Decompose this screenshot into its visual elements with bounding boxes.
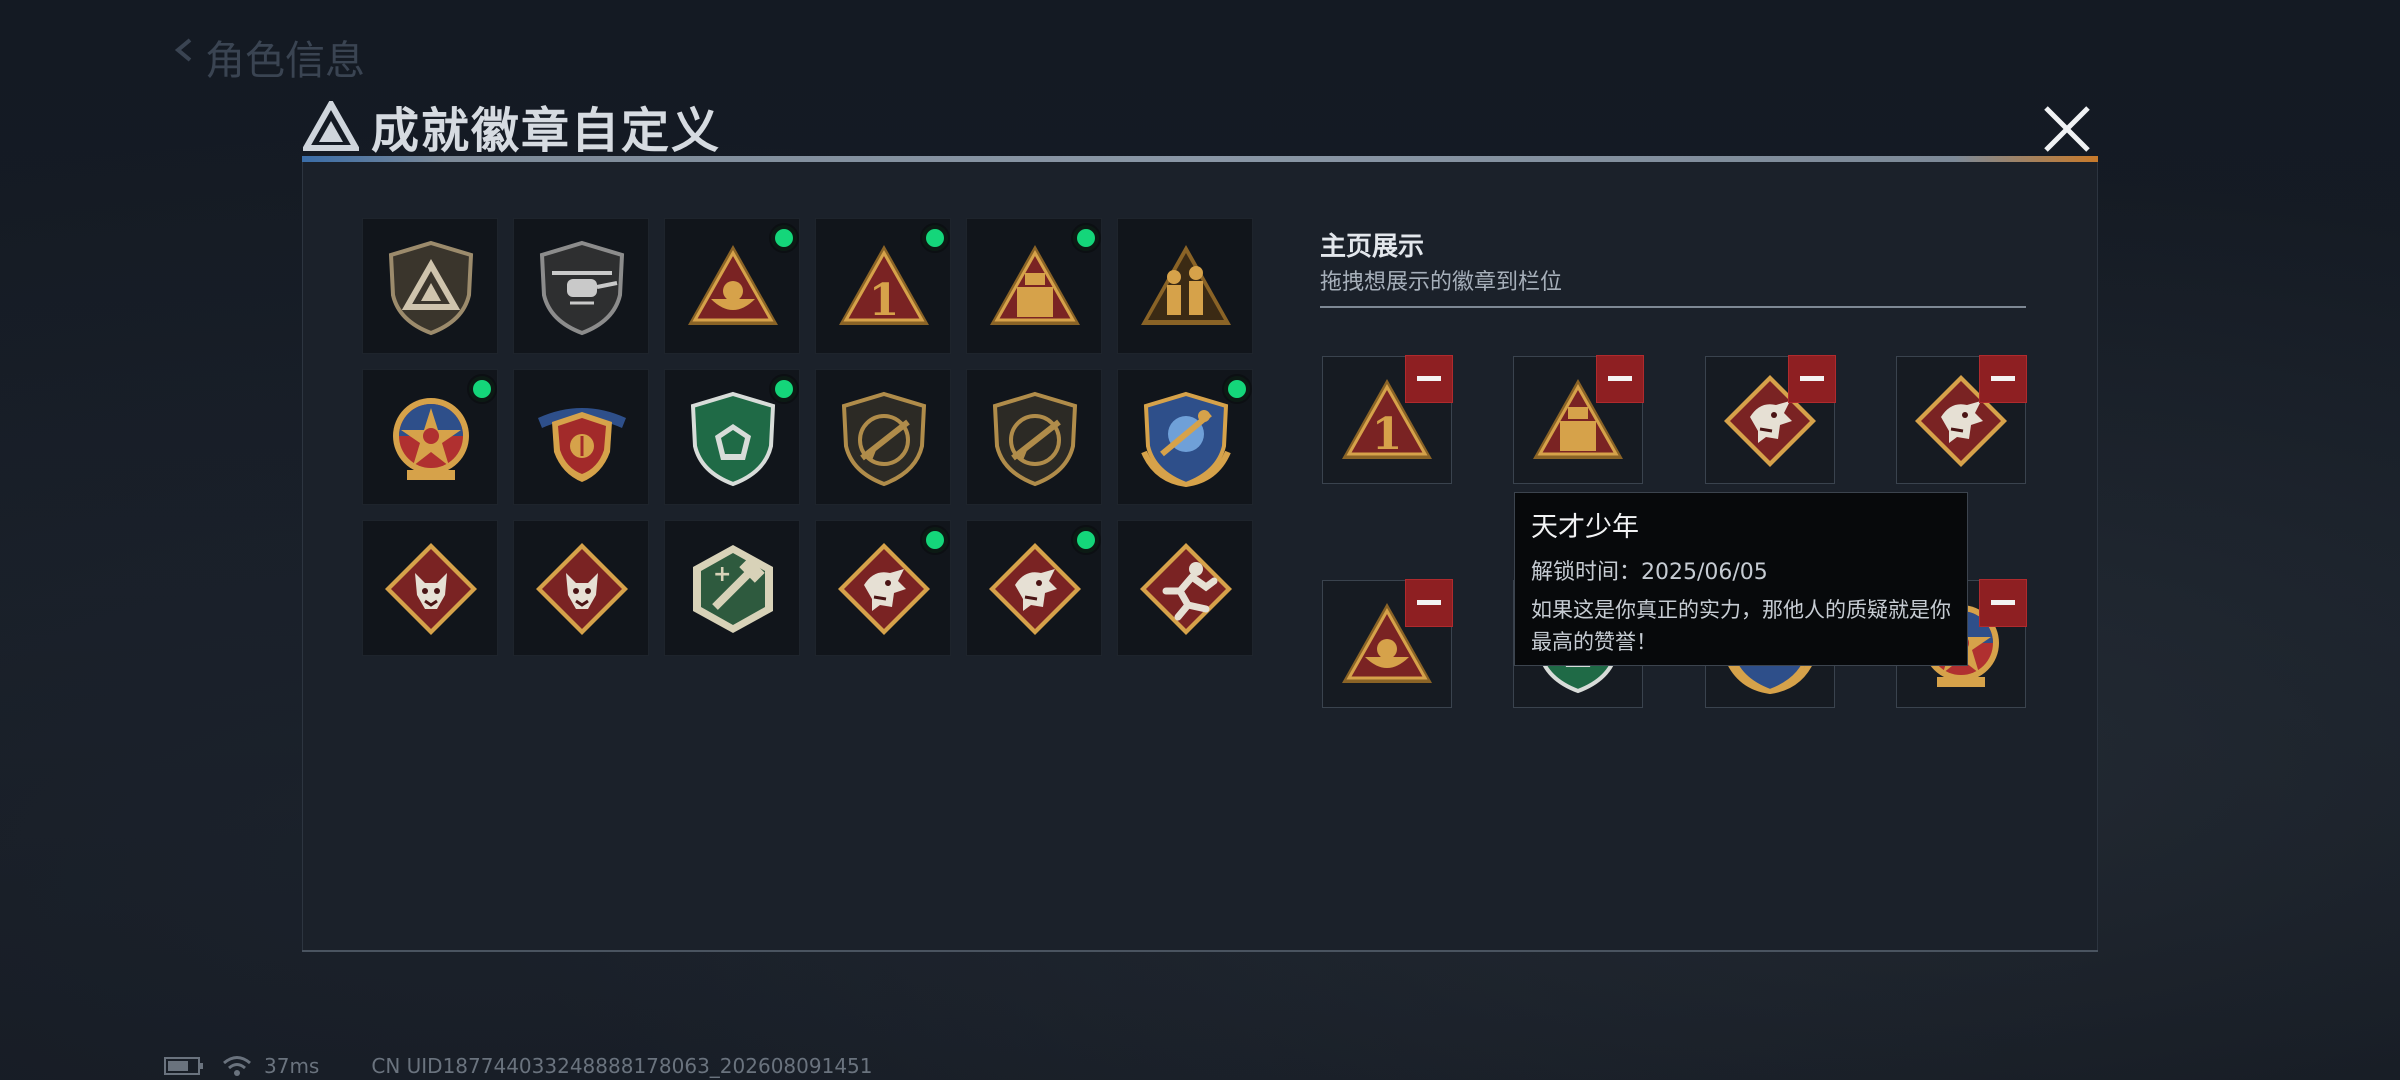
remove-badge-button[interactable] — [1979, 355, 2027, 403]
badge-cell[interactable] — [513, 218, 649, 354]
tooltip-description: 如果这是你真正的实力，那他人的质疑就是你最高的赞誉！ — [1531, 598, 1951, 654]
badge-cell[interactable]: + — [664, 520, 800, 656]
badge-cell[interactable] — [966, 520, 1102, 656]
badge-cell[interactable] — [362, 218, 498, 354]
dialog-title: 成就徽章自定义 — [371, 103, 722, 159]
new-indicator-dot — [469, 376, 495, 402]
showcase-slot[interactable] — [1705, 355, 1836, 484]
remove-badge-button[interactable] — [1596, 355, 1644, 403]
blue-laurel-shield-badge-icon — [1141, 391, 1231, 488]
runner-diamond-badge-icon — [1140, 543, 1232, 635]
dragon-diamond-badge-2-icon — [989, 543, 1081, 635]
svg-text:1: 1 — [1372, 409, 1403, 460]
new-indicator-dot — [1073, 527, 1099, 553]
new-indicator-dot — [922, 527, 948, 553]
dragon-diamond-badge-icon — [838, 543, 930, 635]
svg-text:+: + — [713, 562, 731, 587]
tooltip-title: 天才少年 — [1531, 512, 1639, 543]
triangle-tower-badge-icon — [990, 245, 1080, 325]
panel-bottom-line — [302, 950, 2098, 952]
new-indicator-dot — [922, 225, 948, 251]
triangle-shield-badge-icon — [388, 240, 474, 336]
badge-cell[interactable] — [664, 369, 800, 505]
badge-cell[interactable] — [966, 369, 1102, 505]
triangle-number-one-badge-icon: 1 — [839, 245, 929, 326]
ping-text: 37ms — [264, 1054, 320, 1078]
badge-grid: 1 + — [362, 218, 1253, 656]
showcase-slot[interactable] — [1896, 355, 2027, 484]
svg-text:1: 1 — [869, 275, 900, 326]
badge-cell[interactable] — [1117, 218, 1253, 354]
triangle-bowl-badge-icon — [688, 245, 778, 325]
remove-badge-button[interactable] — [1405, 355, 1453, 403]
badge-cell[interactable] — [513, 520, 649, 656]
wolf-diamond-badge-icon — [385, 543, 477, 635]
new-indicator-dot — [1073, 225, 1099, 251]
showcase-slot[interactable] — [1513, 355, 1644, 484]
wolf-diamond-badge-2-icon — [536, 543, 628, 635]
remove-badge-button[interactable] — [1979, 579, 2027, 627]
remove-badge-button[interactable] — [1405, 579, 1453, 627]
badge-cell[interactable] — [362, 520, 498, 656]
remove-badge-button[interactable] — [1788, 355, 1836, 403]
rifle-shield-dark-badge-icon — [992, 391, 1078, 487]
badge-cell[interactable]: 1 — [815, 218, 951, 354]
background-page-title: 角色信息 — [205, 38, 365, 84]
green-gem-shield-badge-icon — [690, 391, 776, 487]
star-medal-badge-icon — [393, 398, 469, 480]
showcase-slot[interactable] — [1322, 579, 1453, 708]
rifle-shield-badge-icon — [841, 391, 927, 487]
dialog-header: 成就徽章自定义 — [303, 96, 721, 159]
battery-icon — [164, 1057, 203, 1075]
uid-text: CN UID1877440332488881780​63_2026080​914… — [371, 1054, 873, 1078]
badge-tooltip: 天才少年 解锁时间：2025/06/05 如果这是你真正的实力，那他人的质疑就是… — [1514, 492, 1968, 666]
triangle-soldiers-badge-icon — [1141, 245, 1231, 325]
helicopter-badge-icon — [539, 240, 625, 336]
new-indicator-dot — [771, 225, 797, 251]
tooltip-unlock-time: 解锁时间：2025/06/05 — [1531, 560, 1768, 585]
winged-shield-badge-icon — [538, 408, 626, 482]
badge-cell[interactable] — [362, 369, 498, 505]
showcase-divider — [1320, 306, 2026, 308]
new-indicator-dot — [771, 376, 797, 402]
badge-cell[interactable] — [1117, 369, 1253, 505]
badge-cell[interactable] — [513, 369, 649, 505]
status-bar: 37ms CN UID1877440332488881780​63_202608… — [164, 1054, 873, 1078]
badge-cell[interactable] — [664, 218, 800, 354]
badge-cell[interactable] — [1117, 520, 1253, 656]
showcase-slot[interactable]: 1 — [1322, 355, 1453, 484]
showcase-subtitle: 拖拽想展示的徽章到栏位 — [1320, 270, 1563, 295]
badge-cell[interactable] — [815, 369, 951, 505]
green-hammer-badge-icon: + — [693, 545, 773, 633]
badge-cell[interactable] — [966, 218, 1102, 354]
back-arrow-icon[interactable] — [170, 36, 198, 64]
showcase-title: 主页展示 — [1320, 232, 1425, 262]
wifi-icon — [223, 1056, 251, 1076]
new-indicator-dot — [1224, 376, 1250, 402]
close-icon[interactable] — [2038, 100, 2096, 158]
badge-cell[interactable] — [815, 520, 951, 656]
panel-top-accent — [302, 156, 2098, 162]
triangle-logo-icon — [303, 101, 359, 151]
